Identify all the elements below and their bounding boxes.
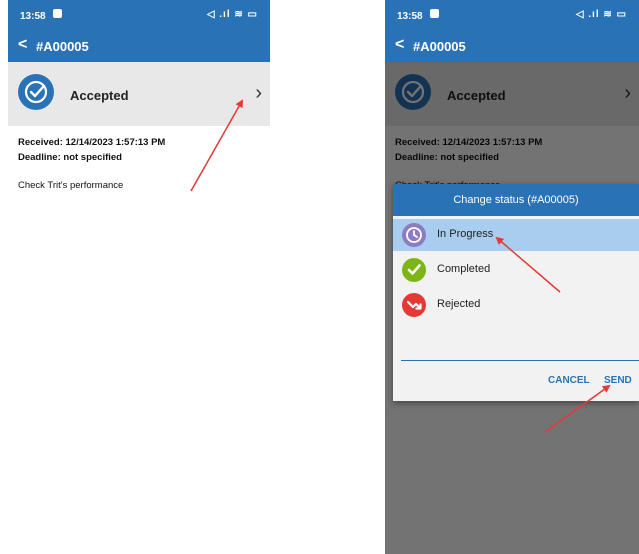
deadline: Deadline: not specified — [18, 152, 122, 163]
app-bar: < #A00005 — [8, 30, 270, 62]
chevron-right-icon[interactable]: › — [255, 82, 262, 105]
app-bar: < #A00005 — [385, 30, 639, 62]
phone-screen-task-detail: 13:58 ◁ .ıl ≋ ▭ < #A00005 Accepted › Rec… — [8, 0, 270, 554]
phone-screen-change-status: 13:58 ◁ .ıl ≋ ▭ < #A00005 Accepted › Rec… — [385, 0, 639, 554]
status-time: 13:58 — [20, 11, 46, 22]
system-status-icons: ◁ .ıl ≋ ▭ — [206, 9, 258, 20]
received-date: Received: 12/14/2023 1:57:13 PM — [18, 137, 166, 148]
send-button[interactable]: SEND — [604, 375, 632, 386]
status-bar: 13:58 ◁ .ıl ≋ ▭ — [8, 0, 270, 30]
task-details: Received: 12/14/2023 1:57:13 PM Deadline… — [8, 126, 270, 554]
notification-icon — [53, 9, 62, 18]
dialog-title: Change status (#A00005) — [393, 184, 639, 216]
change-status-dialog: Change status (#A00005) In Progress Comp… — [393, 184, 639, 401]
system-status-icons: ◁ .ıl ≋ ▭ — [575, 9, 627, 20]
task-id-title: #A00005 — [36, 39, 89, 54]
task-id-title: #A00005 — [413, 39, 466, 54]
back-arrow-icon[interactable]: < — [395, 37, 404, 53]
option-rejected[interactable]: Rejected — [393, 289, 639, 321]
status-bar: 13:58 ◁ .ıl ≋ ▭ — [385, 0, 639, 30]
notification-icon — [430, 9, 439, 18]
task-description: Check Trit's performance — [18, 180, 124, 191]
check-icon — [402, 258, 426, 282]
status-card[interactable]: Accepted › — [8, 62, 270, 126]
back-arrow-icon[interactable]: < — [18, 37, 27, 53]
rejected-arrow-icon — [402, 293, 426, 317]
status-accepted-icon — [18, 74, 54, 110]
status-time: 13:58 — [397, 11, 423, 22]
option-label: Completed — [437, 263, 491, 275]
option-label: In Progress — [437, 228, 494, 240]
option-completed[interactable]: Completed — [393, 254, 639, 286]
input-underline[interactable] — [401, 360, 639, 361]
option-in-progress[interactable]: In Progress — [393, 219, 639, 251]
option-label: Rejected — [437, 298, 481, 310]
status-label: Accepted — [70, 88, 129, 103]
cancel-button[interactable]: CANCEL — [548, 375, 590, 386]
clock-icon — [402, 223, 426, 247]
